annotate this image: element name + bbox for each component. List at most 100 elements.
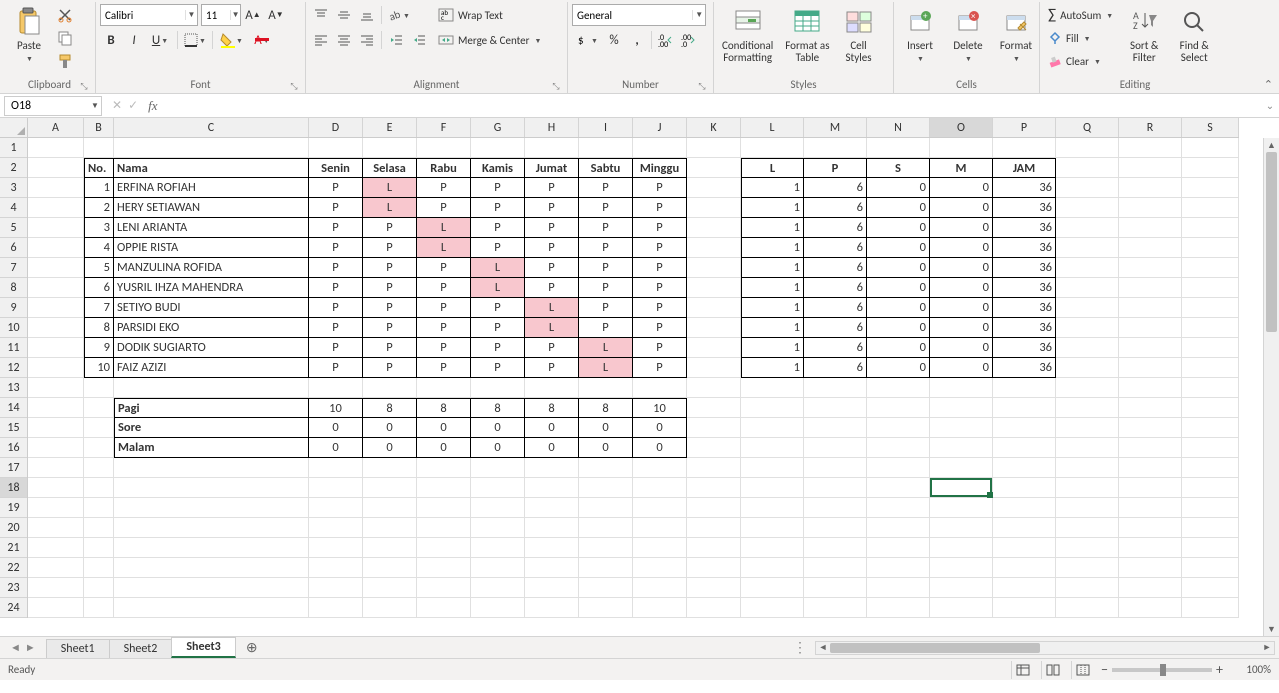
cell[interactable]: [84, 418, 114, 438]
cell[interactable]: [525, 138, 579, 158]
wrap-text-button[interactable]: abcWrap Text: [434, 4, 564, 26]
cell[interactable]: [28, 518, 84, 538]
cell[interactable]: [804, 458, 867, 478]
cell[interactable]: [471, 458, 525, 478]
cell[interactable]: [867, 558, 930, 578]
cell[interactable]: L: [579, 358, 633, 378]
cell[interactable]: 6: [804, 358, 867, 378]
cell[interactable]: Rabu: [417, 158, 471, 178]
cell[interactable]: [525, 538, 579, 558]
scroll-down-icon[interactable]: ▼: [1264, 622, 1279, 636]
row-header[interactable]: 12: [0, 358, 27, 378]
cell[interactable]: [471, 378, 525, 398]
cell[interactable]: 0: [579, 438, 633, 458]
column-header[interactable]: H: [525, 118, 579, 137]
cell[interactable]: [1182, 358, 1239, 378]
cell[interactable]: [1056, 138, 1119, 158]
cell[interactable]: [687, 498, 741, 518]
cell[interactable]: [1182, 298, 1239, 318]
cell[interactable]: 36: [993, 238, 1056, 258]
cell[interactable]: [579, 558, 633, 578]
comma-button[interactable]: ,: [626, 29, 648, 51]
cell[interactable]: [804, 138, 867, 158]
cell[interactable]: P: [525, 258, 579, 278]
cell[interactable]: [28, 318, 84, 338]
cell[interactable]: 8: [363, 398, 417, 418]
cell[interactable]: P: [309, 198, 363, 218]
cell[interactable]: P: [579, 258, 633, 278]
cell[interactable]: [525, 518, 579, 538]
cell[interactable]: 6: [804, 338, 867, 358]
cell[interactable]: [930, 498, 993, 518]
font-name-input[interactable]: [101, 9, 185, 22]
cell[interactable]: [417, 498, 471, 518]
cell[interactable]: [471, 578, 525, 598]
cell[interactable]: P: [309, 338, 363, 358]
sort-filter-button[interactable]: AZSort & Filter: [1121, 4, 1167, 66]
cell[interactable]: [417, 578, 471, 598]
cell[interactable]: [471, 498, 525, 518]
cell[interactable]: 8: [84, 318, 114, 338]
vertical-scrollbar[interactable]: ▲ ▼: [1263, 138, 1279, 636]
align-top-button[interactable]: [310, 4, 332, 26]
cell[interactable]: [1182, 538, 1239, 558]
cell[interactable]: SETIYO BUDI: [114, 298, 309, 318]
cell[interactable]: P: [525, 198, 579, 218]
cell[interactable]: [579, 138, 633, 158]
cell[interactable]: JAM: [993, 158, 1056, 178]
dialog-launcher-icon[interactable]: ⤡: [551, 81, 561, 91]
font-color-button[interactable]: A▼: [247, 29, 277, 51]
cell[interactable]: P: [309, 178, 363, 198]
row-header[interactable]: 19: [0, 498, 27, 518]
cell[interactable]: P: [579, 178, 633, 198]
cell[interactable]: P: [633, 318, 687, 338]
cell-styles-button[interactable]: Cell Styles: [838, 4, 880, 66]
cell[interactable]: 0: [363, 418, 417, 438]
cell[interactable]: 0: [633, 418, 687, 438]
cell[interactable]: 0: [867, 358, 930, 378]
cell[interactable]: [687, 158, 741, 178]
cell[interactable]: [417, 558, 471, 578]
cell[interactable]: L: [417, 218, 471, 238]
cell[interactable]: [417, 478, 471, 498]
cell[interactable]: [1119, 218, 1182, 238]
cell[interactable]: [84, 538, 114, 558]
scroll-left-icon[interactable]: ◄: [816, 642, 830, 653]
cell[interactable]: [804, 478, 867, 498]
cell[interactable]: P: [309, 238, 363, 258]
cell[interactable]: 0: [579, 418, 633, 438]
cell[interactable]: P: [417, 178, 471, 198]
format-painter-button[interactable]: [54, 50, 76, 72]
column-header[interactable]: A: [28, 118, 84, 137]
cell[interactable]: [804, 378, 867, 398]
cell[interactable]: [28, 278, 84, 298]
increase-decimal-button[interactable]: .0.00: [655, 29, 677, 51]
add-sheet-button[interactable]: ⊕: [241, 637, 263, 659]
cell[interactable]: [1182, 238, 1239, 258]
italic-button[interactable]: I: [123, 29, 145, 51]
cell[interactable]: P: [363, 278, 417, 298]
cell[interactable]: [363, 518, 417, 538]
cell[interactable]: 10: [633, 398, 687, 418]
cell[interactable]: Nama: [114, 158, 309, 178]
cell[interactable]: [84, 378, 114, 398]
cell[interactable]: [363, 578, 417, 598]
cell[interactable]: P: [417, 358, 471, 378]
cell[interactable]: [1182, 518, 1239, 538]
select-all-button[interactable]: [0, 118, 28, 138]
cell[interactable]: [1056, 158, 1119, 178]
cell[interactable]: [114, 598, 309, 618]
insert-button[interactable]: +Insert▼: [898, 4, 942, 66]
cell[interactable]: P: [363, 318, 417, 338]
cell[interactable]: HERY SETIAWAN: [114, 198, 309, 218]
number-format-input[interactable]: [573, 9, 692, 22]
cell[interactable]: P: [417, 198, 471, 218]
page-break-view-button[interactable]: [1071, 661, 1093, 679]
cell[interactable]: P: [633, 258, 687, 278]
cell[interactable]: [1119, 438, 1182, 458]
cell[interactable]: 10: [84, 358, 114, 378]
cell[interactable]: [28, 598, 84, 618]
cell[interactable]: [993, 378, 1056, 398]
cell[interactable]: [1119, 578, 1182, 598]
cell[interactable]: P: [417, 258, 471, 278]
